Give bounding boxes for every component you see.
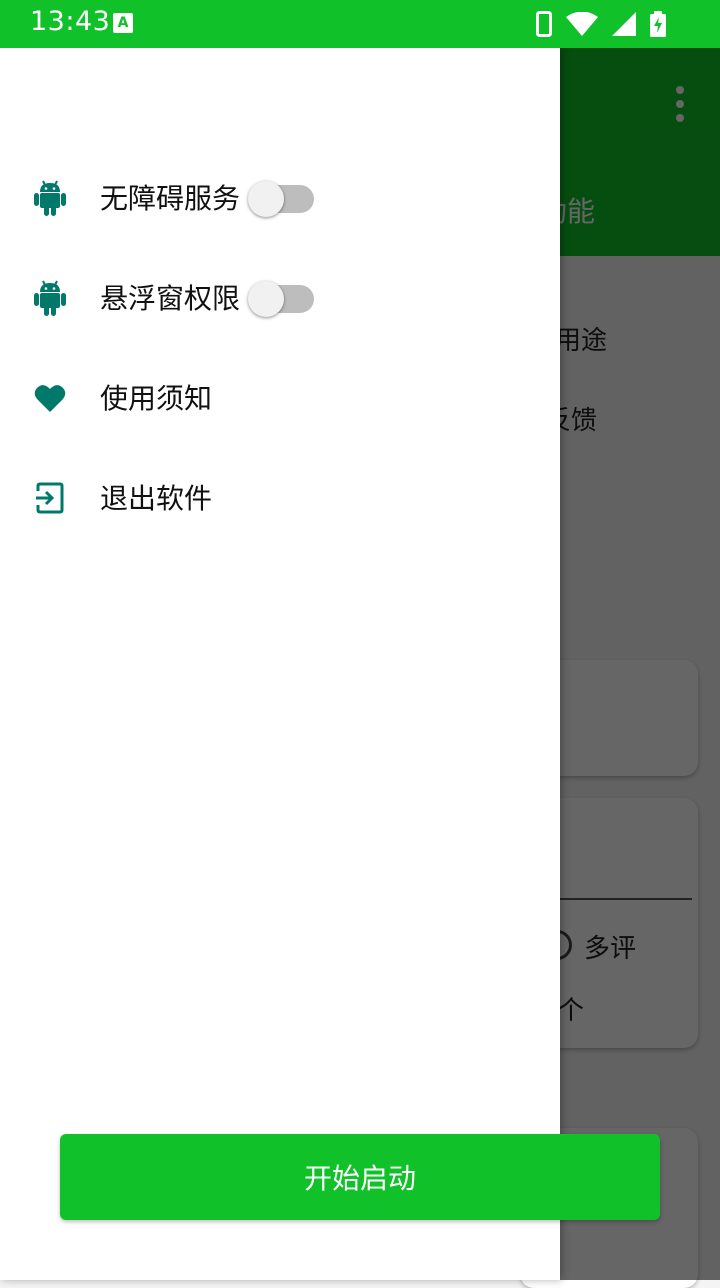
drawer-item-label: 无障碍服务	[100, 182, 241, 215]
status-bar: 13:43 A	[0, 0, 720, 48]
battery-charging-icon	[650, 11, 666, 37]
drawer-item-overlay-permission[interactable]: 悬浮窗权限	[0, 258, 560, 338]
phone-icon	[536, 11, 552, 37]
wifi-icon	[566, 12, 598, 36]
status-time: 13:43	[30, 6, 111, 37]
drawer-item-usage-notice[interactable]: 使用须知	[0, 358, 560, 438]
drawer-item-label: 退出软件	[100, 482, 213, 515]
heart-icon	[34, 385, 66, 412]
drawer-item-exit[interactable]: 退出软件	[0, 458, 560, 538]
status-icons	[536, 10, 666, 38]
drawer-item-label: 使用须知	[100, 382, 213, 415]
signal-icon	[612, 12, 636, 36]
drawer-item-accessibility[interactable]: 无障碍服务	[0, 158, 560, 238]
accessibility-toggle[interactable]	[248, 180, 314, 217]
android-icon	[34, 180, 66, 216]
notification-icon: A	[113, 13, 133, 33]
overlay-permission-toggle[interactable]	[248, 280, 314, 317]
start-button[interactable]: 开始启动	[60, 1134, 660, 1220]
navigation-drawer: 无障碍服务 悬浮窗权限 使用须知 退出软件	[0, 48, 560, 1280]
android-icon	[34, 280, 66, 316]
exit-icon	[36, 482, 64, 514]
drawer-item-label: 悬浮窗权限	[100, 282, 241, 315]
